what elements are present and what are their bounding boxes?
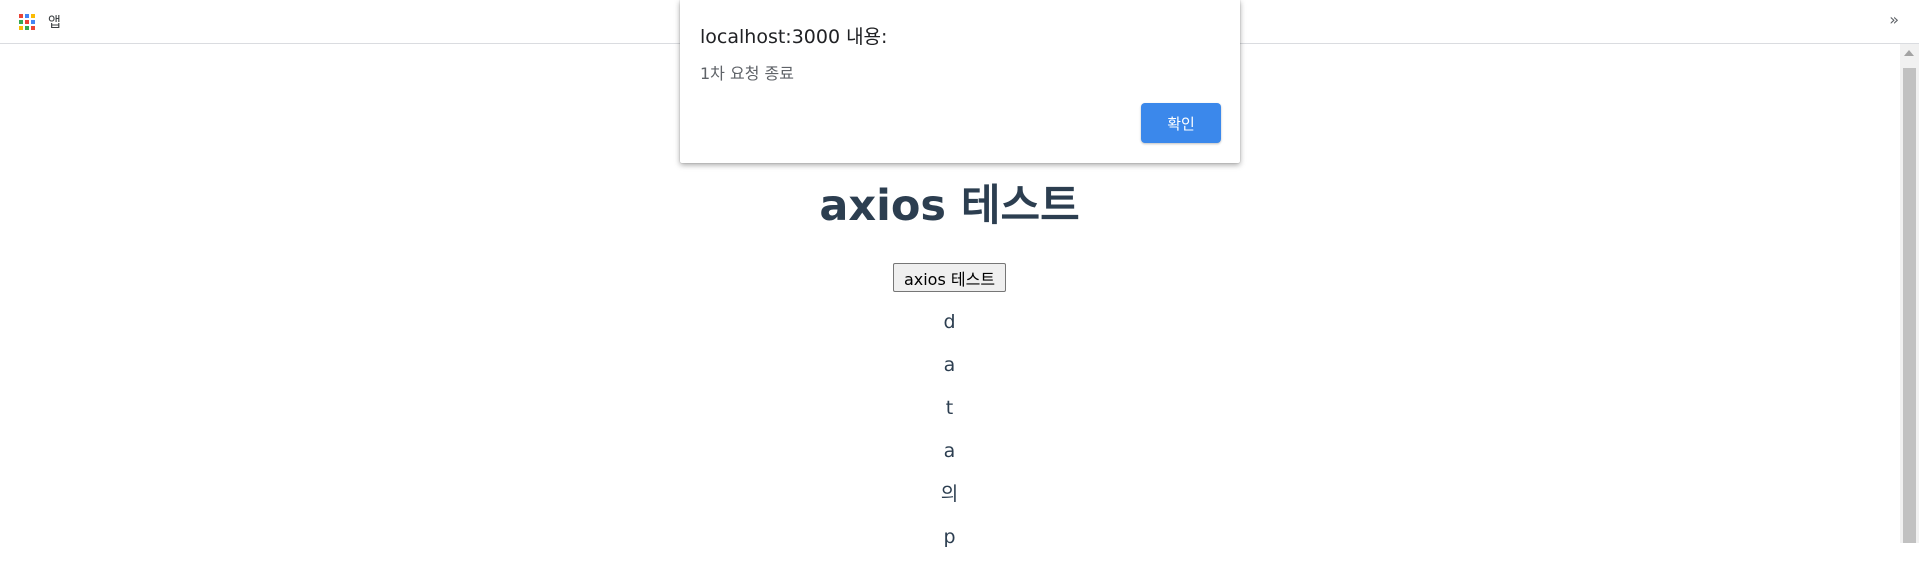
apps-grid-dot [19,19,23,24]
alert-dialog: localhost:3000 내용: 1차 요청 종료 확인 [680,0,1240,163]
scroll-up-arrow-icon[interactable] [1904,50,1914,56]
apps-grid-dot [25,13,29,18]
apps-shortcut[interactable]: 앱 [19,12,61,32]
apps-label: 앱 [48,15,61,31]
vertical-scrollbar[interactable] [1900,44,1919,543]
data-char-item: d [943,311,956,333]
alert-message: 1차 요청 종료 [700,64,794,83]
alert-title: localhost:3000 내용: [700,26,888,48]
bookmarks-overflow-button[interactable]: » [1889,10,1899,29]
data-char-list: d a t a 의 p [0,311,1899,569]
data-char-item: p [943,526,956,548]
apps-grid-dot [31,13,35,18]
apps-grid-dot [19,25,23,30]
apps-grid-dot [31,19,35,24]
scrollbar-thumb[interactable] [1903,68,1916,543]
apps-grid-dot [19,13,23,18]
apps-grid-dot [25,19,29,24]
data-char-item: a [943,354,956,376]
apps-grid-dot [25,25,29,30]
data-char-item: t [945,397,954,419]
apps-grid-icon [19,13,36,31]
data-char-item: a [943,440,956,462]
page-title: axios 테스트 [819,181,1080,231]
axios-test-button[interactable]: axios 테스트 [893,263,1006,292]
apps-grid-dot [31,25,35,30]
alert-ok-button[interactable]: 확인 [1141,103,1221,143]
data-char-item: 의 [940,483,959,505]
